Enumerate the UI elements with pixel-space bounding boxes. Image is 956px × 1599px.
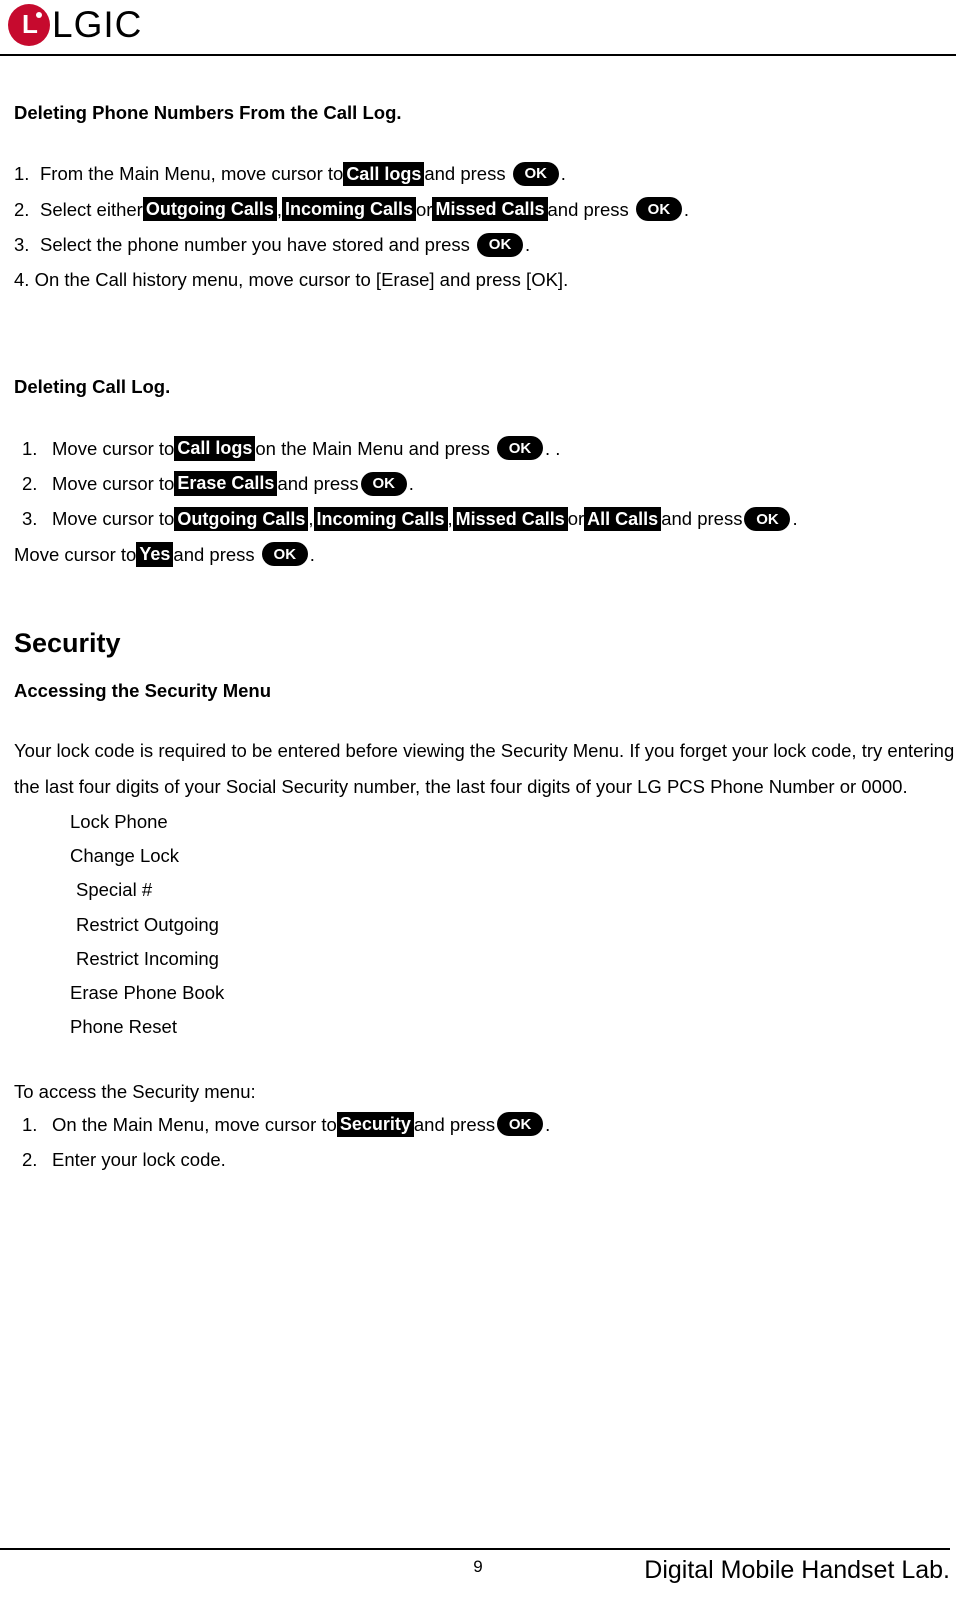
- step-number: 2.: [22, 1143, 52, 1176]
- ok-button-icon: OK: [361, 472, 407, 496]
- menu-badge: Yes: [136, 542, 173, 567]
- footer-divider: [0, 1548, 950, 1550]
- lg-logo-icon: L: [8, 4, 50, 46]
- menu-badge: Incoming Calls: [282, 197, 416, 222]
- step-row: Move cursor to Yes and press OK .: [14, 538, 956, 571]
- step-text: From the Main Menu, move cursor to: [40, 157, 343, 190]
- step-row: 1. From the Main Menu, move cursor to Ca…: [14, 157, 956, 190]
- ok-button-icon: OK: [513, 162, 559, 186]
- step-row: 3. Move cursor to Outgoing Calls , Incom…: [14, 502, 956, 535]
- list-item: Lock Phone: [70, 805, 956, 839]
- access-steps: To access the Security menu: 1. On the M…: [14, 1075, 956, 1177]
- ok-button-icon: OK: [636, 197, 682, 221]
- menu-badge: Missed Calls: [453, 507, 568, 532]
- step-row: 2. Enter your lock code.: [14, 1143, 956, 1176]
- ok-button-icon: OK: [497, 1112, 543, 1136]
- menu-badge: Call logs: [343, 162, 424, 187]
- menu-badge: Call logs: [174, 436, 255, 461]
- step-text: .: [684, 193, 689, 226]
- footer-lab: Digital Mobile Handset Lab.: [644, 1556, 950, 1585]
- step-text: and press: [173, 538, 254, 571]
- step-text: or: [568, 502, 584, 535]
- step-row: 4. On the Call history menu, move cursor…: [14, 263, 956, 296]
- step-number: 1.: [14, 157, 40, 190]
- step-number: 1.: [22, 432, 52, 465]
- page-number: 9: [473, 1557, 482, 1577]
- step-text: .: [525, 228, 530, 261]
- section-heading: Deleting Call Log.: [14, 370, 956, 403]
- list-item: Restrict Incoming: [70, 942, 956, 976]
- step-text: and press: [548, 193, 629, 226]
- step-text: Select the phone number you have stored …: [40, 228, 470, 261]
- step-text: . .: [545, 432, 560, 465]
- step-text: 4. On the Call history menu, move cursor…: [14, 263, 568, 296]
- step-row: 2. Select either Outgoing Calls , Incomi…: [14, 193, 956, 226]
- menu-badge: Security: [337, 1112, 414, 1137]
- step-text: On the Main Menu, move cursor to: [52, 1108, 337, 1141]
- list-item: Erase Phone Book: [70, 976, 956, 1010]
- step-number: 3.: [22, 502, 52, 535]
- paragraph: To access the Security menu:: [14, 1075, 956, 1108]
- step-row: 1. On the Main Menu, move cursor to Secu…: [14, 1108, 956, 1141]
- content: Deleting Phone Numbers From the Call Log…: [0, 56, 956, 1176]
- step-number: 1.: [22, 1108, 52, 1141]
- security-menu-list: Lock Phone Change Lock Special # Restric…: [14, 805, 956, 1045]
- step-text: Enter your lock code.: [52, 1143, 226, 1176]
- step-row: 2. Move cursor to Erase Calls and press …: [14, 467, 956, 500]
- section-title: Security: [14, 619, 956, 668]
- step-text: and press: [424, 157, 505, 190]
- document-page: L LGIC Deleting Phone Numbers From the C…: [0, 0, 956, 1599]
- step-text: Move cursor to: [52, 502, 174, 535]
- step-list: 1. From the Main Menu, move cursor to Ca…: [14, 157, 956, 296]
- list-item: Phone Reset: [70, 1010, 956, 1044]
- paragraph: Your lock code is required to be entered…: [14, 733, 956, 805]
- ok-button-icon: OK: [477, 233, 523, 257]
- step-text: on the Main Menu and press: [255, 432, 489, 465]
- menu-badge: All Calls: [584, 507, 661, 532]
- step-row: 1. Move cursor to Call logs on the Main …: [14, 432, 956, 465]
- section-heading: Accessing the Security Menu: [14, 674, 956, 707]
- step-text: Select either: [40, 193, 143, 226]
- ok-button-icon: OK: [744, 507, 790, 531]
- step-text: and press: [661, 502, 742, 535]
- step-number: 2.: [22, 467, 52, 500]
- header: L LGIC: [0, 0, 956, 54]
- section-heading: Deleting Phone Numbers From the Call Log…: [14, 96, 956, 129]
- step-text: .: [545, 1108, 550, 1141]
- step-number: 2.: [14, 193, 40, 226]
- ok-button-icon: OK: [497, 436, 543, 460]
- step-text: .: [310, 538, 315, 571]
- list-item: Change Lock: [70, 839, 956, 873]
- menu-badge: Outgoing Calls: [174, 507, 308, 532]
- ok-button-icon: OK: [262, 542, 308, 566]
- menu-badge: Missed Calls: [432, 197, 547, 222]
- list-item: Restrict Outgoing: [70, 908, 956, 942]
- step-text: or: [416, 193, 432, 226]
- step-text: and press: [277, 467, 358, 500]
- step-list: 1. Move cursor to Call logs on the Main …: [14, 432, 956, 571]
- step-text: .: [409, 467, 414, 500]
- step-text: Move cursor to: [52, 432, 174, 465]
- logo-dot-icon: [36, 12, 42, 18]
- step-row: 3. Select the phone number you have stor…: [14, 228, 956, 261]
- list-item: Special #: [70, 873, 956, 907]
- menu-badge: Incoming Calls: [314, 507, 448, 532]
- menu-badge: Erase Calls: [174, 471, 277, 496]
- step-text: and press: [414, 1108, 495, 1141]
- step-text: Move cursor to: [14, 538, 136, 571]
- brand-text: LGIC: [52, 4, 142, 46]
- step-text: Move cursor to: [52, 467, 174, 500]
- step-number: 3.: [14, 228, 40, 261]
- menu-badge: Outgoing Calls: [143, 197, 277, 222]
- step-text: .: [792, 502, 797, 535]
- step-text: .: [561, 157, 566, 190]
